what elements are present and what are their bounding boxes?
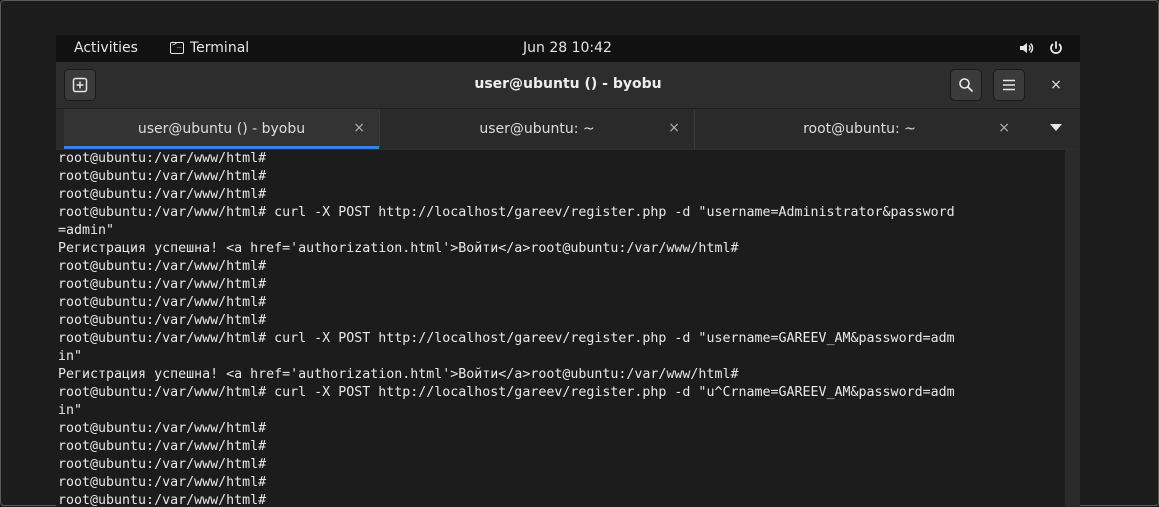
tab-root-home[interactable]: root@ubuntu: ~ × (694, 109, 1024, 149)
terminal-window: user@ubuntu () - byobu × user@ubuntu () … (56, 62, 1080, 507)
power-icon[interactable] (1048, 40, 1064, 56)
tab-byobu[interactable]: user@ubuntu () - byobu × (64, 109, 379, 149)
app-name: Terminal (190, 40, 250, 56)
search-icon (959, 78, 973, 92)
activities-button[interactable]: Activities (74, 40, 138, 56)
app-menu[interactable]: Terminal (170, 39, 250, 56)
terminal-line: Регистрация успешна! <a href='authorizat… (58, 241, 739, 256)
terminal-line: root@ubuntu:/var/www/html# (58, 439, 267, 454)
terminal-line: root@ubuntu:/var/www/html# curl -X POST … (58, 205, 955, 220)
terminal-icon (170, 39, 184, 54)
hamburger-menu-icon (1003, 79, 1015, 91)
terminal-line: root@ubuntu:/var/www/html# (58, 277, 267, 292)
terminal-output[interactable]: root@ubuntu:/var/www/html# root@ubuntu:/v… (56, 150, 1065, 507)
tab-label: user@ubuntu () - byobu (137, 121, 306, 137)
window-title: user@ubuntu () - byobu (474, 76, 662, 92)
terminal-line: root@ubuntu:/var/www/html# (58, 421, 267, 436)
terminal-scrollbar[interactable] (1065, 150, 1080, 507)
search-button[interactable] (950, 69, 982, 101)
terminal-line: root@ubuntu:/var/www/html# (58, 457, 267, 472)
terminal-line: in" (58, 403, 83, 418)
screen-frame: Activities Terminal Jun 28 10:42 user@ub… (0, 0, 1159, 507)
terminal-line: in" (58, 349, 83, 364)
top-bar: Activities Terminal Jun 28 10:42 (56, 35, 1080, 62)
close-window-button[interactable]: × (1040, 69, 1072, 101)
terminal-line: root@ubuntu:/var/www/html# (58, 295, 267, 310)
terminal-line: =admin" (58, 223, 115, 238)
tab-list-dropdown-icon[interactable] (1050, 124, 1062, 131)
system-tray[interactable] (1018, 40, 1064, 56)
clock[interactable]: Jun 28 10:42 (523, 40, 612, 56)
terminal-line: root@ubuntu:/var/www/html# (58, 187, 267, 202)
menu-button[interactable] (993, 69, 1025, 101)
tab-close-icon[interactable]: × (353, 120, 365, 136)
terminal-line: root@ubuntu:/var/www/html# (58, 493, 267, 507)
tab-close-icon[interactable]: × (998, 120, 1010, 136)
terminal-line: root@ubuntu:/var/www/html# (58, 313, 267, 328)
terminal-text: root@ubuntu:/var/www/html# root@ubuntu:/v… (56, 150, 1065, 507)
header-bar: user@ubuntu () - byobu × (56, 62, 1080, 109)
terminal-line: root@ubuntu:/var/www/html# (58, 151, 267, 166)
close-icon: × (1050, 77, 1062, 93)
terminal-line: root@ubuntu:/var/www/html# (58, 259, 267, 274)
tab-bar: user@ubuntu () - byobu × user@ubuntu: ~ … (56, 109, 1080, 149)
terminal-line: root@ubuntu:/var/www/html# curl -X POST … (58, 385, 955, 400)
tab-label: root@ubuntu: ~ (803, 121, 916, 137)
tab-user-home[interactable]: user@ubuntu: ~ × (379, 109, 694, 149)
terminal-line: root@ubuntu:/var/www/html# curl -X POST … (58, 331, 955, 346)
tab-label: user@ubuntu: ~ (479, 121, 595, 137)
terminal-line: Регистрация успешна! <a href='authorizat… (58, 367, 739, 382)
volume-icon[interactable] (1018, 40, 1034, 56)
tab-close-icon[interactable]: × (668, 120, 680, 136)
terminal-line: root@ubuntu:/var/www/html# (58, 475, 267, 490)
terminal-line: root@ubuntu:/var/www/html# (58, 169, 267, 184)
